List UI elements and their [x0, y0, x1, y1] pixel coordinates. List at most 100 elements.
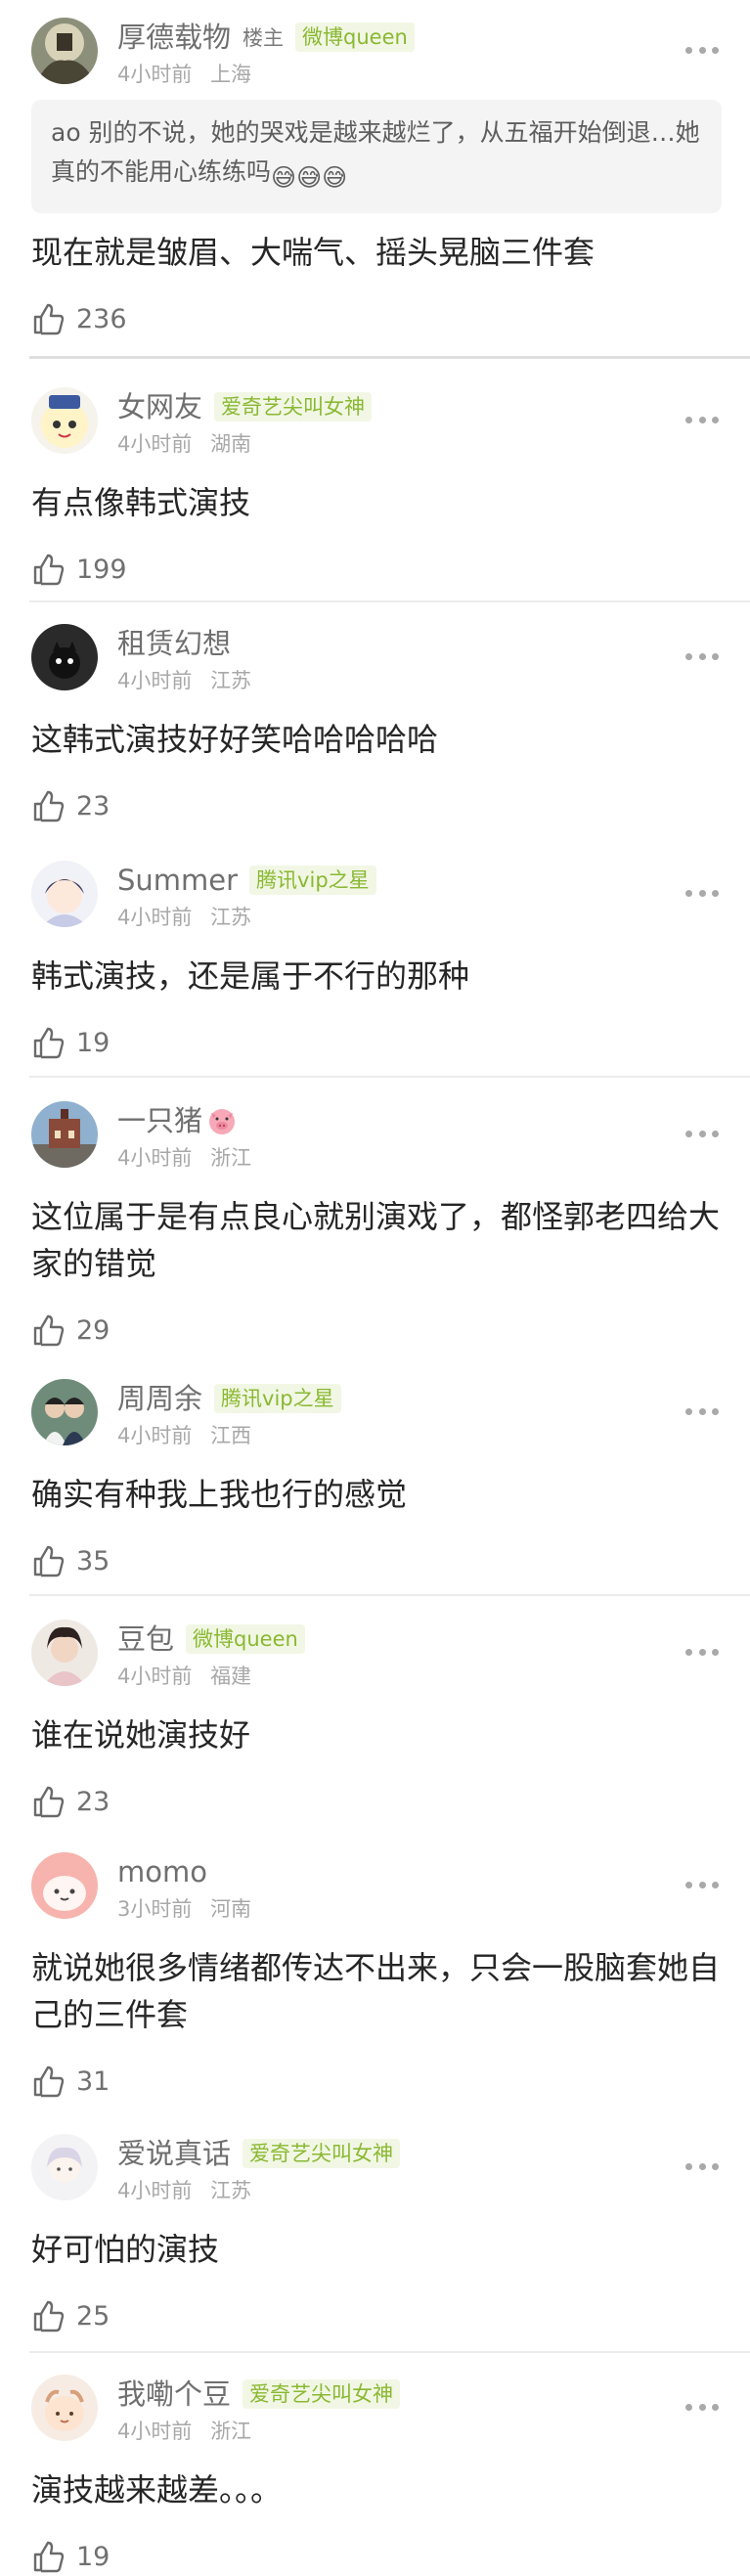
comment-meta: 4小时前 江苏	[117, 2175, 251, 2204]
name-row: 豆包 微博queen	[117, 1621, 305, 1657]
comment-text: 确实有种我上我也行的感觉	[31, 1476, 408, 1513]
like-count: 23	[76, 1786, 110, 1817]
avatar[interactable]	[31, 2134, 98, 2200]
thumbs-up-outline-icon	[31, 2064, 66, 2099]
comment-header: 豆包 微博queen 4小时前 福建	[29, 1620, 721, 1696]
avatar[interactable]	[31, 1379, 98, 1445]
divider	[29, 600, 750, 602]
avatar[interactable]	[31, 861, 98, 927]
comment-time: 4小时前	[117, 669, 193, 692]
thumbs-up-outline-icon	[31, 1025, 66, 1060]
like-button[interactable]: 199	[31, 550, 721, 589]
comment-item: 豆包 微博queen 4小时前 福建 谁在说她演技好 23	[0, 1620, 750, 1821]
username[interactable]: 租赁幻想	[117, 626, 231, 661]
more-dots-icon[interactable]	[685, 1880, 719, 1889]
thumbs-up-outline-icon	[31, 788, 66, 823]
more-dots-icon[interactable]	[685, 1129, 719, 1138]
like-count: 29	[76, 1314, 110, 1346]
thumbs-up-outline-icon	[31, 1312, 66, 1348]
comment-header: 厚德载物 楼主 微博queen 4小时前 上海	[29, 18, 721, 94]
comment-text: 有点像韩式演技	[31, 484, 251, 521]
user-badge: 微博queen	[295, 22, 415, 52]
name-row: 女网友 爱奇艺尖叫女神	[117, 389, 373, 424]
like-button[interactable]: 19	[31, 1023, 721, 1062]
like-button[interactable]: 23	[31, 1782, 721, 1821]
like-button[interactable]: 236	[31, 299, 721, 338]
comment-text: 现在就是皱眉、大喘气、摇头晃脑三件套	[31, 234, 596, 271]
like-button[interactable]: 29	[31, 1310, 721, 1350]
username[interactable]: 爱说真话	[117, 2136, 231, 2171]
like-count: 23	[76, 790, 110, 822]
username[interactable]: Summer	[117, 863, 238, 898]
username[interactable]: 厚德载物	[117, 20, 231, 55]
thumbs-up-outline-icon	[31, 1784, 66, 1819]
comment-text: 就说她很多情绪都传达不出来，只会一股脑套她自己的三件套	[31, 1949, 721, 2033]
user-badge: 腾讯vip之星	[249, 866, 376, 895]
comment-header: Summer 腾讯vip之星 4小时前 江苏	[29, 861, 721, 937]
comment-text: 韩式演技，还是属于不行的那种	[31, 957, 470, 995]
comment-text: 好可怕的演技	[31, 2231, 220, 2268]
like-button[interactable]: 31	[31, 2062, 721, 2101]
like-button[interactable]: 25	[31, 2296, 721, 2335]
quoted-reply[interactable]: ao 别的不说，她的哭戏是越来越烂了，从五福开始倒退…她真的不能用心练练吗😅😅😅	[31, 100, 722, 213]
like-count: 199	[76, 554, 127, 585]
comment-header: 一只猪 4小时前 浙江	[29, 1101, 721, 1177]
more-dots-icon[interactable]	[685, 1406, 719, 1416]
username[interactable]: momo	[117, 1854, 207, 1889]
more-dots-icon[interactable]	[685, 1647, 719, 1657]
more-dots-icon[interactable]	[685, 651, 719, 661]
more-dots-icon[interactable]	[685, 45, 719, 55]
more-dots-icon[interactable]	[685, 2161, 719, 2171]
like-count: 19	[76, 1027, 110, 1058]
comment-time: 4小时前	[117, 1146, 193, 1170]
username[interactable]: 周周余	[117, 1381, 202, 1416]
pinned-comment: 厚德载物 楼主 微博queen 4小时前 上海 ao 别的不说，她的哭戏是越来越…	[0, 18, 750, 338]
avatar[interactable]	[31, 18, 98, 84]
like-count: 31	[76, 2065, 110, 2097]
avatar[interactable]	[31, 2375, 98, 2441]
comment-item: 女网友 爱奇艺尖叫女神 4小时前 湖南 有点像韩式演技 199	[0, 387, 750, 589]
comment-location: 江苏	[210, 2179, 252, 2202]
more-dots-icon[interactable]	[685, 415, 719, 424]
username[interactable]: 女网友	[117, 389, 202, 424]
like-button[interactable]: 23	[31, 786, 721, 825]
comment-text: 演技越来越差。。。	[31, 2471, 283, 2509]
name-row: 爱说真话 爱奇艺尖叫女神	[117, 2136, 401, 2171]
more-dots-icon[interactable]	[685, 2402, 719, 2412]
username[interactable]: 豆包	[117, 1621, 174, 1657]
name-row: 周周余 腾讯vip之星	[117, 1381, 341, 1416]
avatar[interactable]	[31, 1101, 98, 1168]
username[interactable]: 我嘞个豆	[117, 2376, 231, 2412]
sweat-smile-emoji-icon: 😅😅😅	[271, 163, 348, 192]
avatar[interactable]	[31, 1620, 98, 1686]
avatar[interactable]	[31, 624, 98, 690]
user-badge: 爱奇艺尖叫女神	[243, 2379, 401, 2409]
op-tag: 楼主	[243, 26, 285, 50]
avatar[interactable]	[31, 387, 98, 454]
comment-header: 女网友 爱奇艺尖叫女神 4小时前 湖南	[29, 387, 721, 464]
like-button[interactable]: 19	[31, 2537, 721, 2576]
user-badge: 爱奇艺尖叫女神	[214, 392, 373, 422]
like-button[interactable]: 35	[31, 1541, 721, 1580]
comment-location: 河南	[210, 1897, 252, 1921]
user-badge: 微博queen	[186, 1624, 305, 1654]
comment-time: 4小时前	[117, 2420, 193, 2443]
comment-thread: 厚德载物 楼主 微博queen 4小时前 上海 ao 别的不说，她的哭戏是越来越…	[0, 0, 750, 2573]
avatar[interactable]	[31, 1852, 98, 1919]
name-row: Summer 腾讯vip之星	[117, 863, 376, 898]
pig-face-emoji-icon	[206, 1105, 238, 1136]
comment-header: 我嘞个豆 爱奇艺尖叫女神 4小时前 浙江	[29, 2375, 721, 2451]
comment-location: 湖南	[210, 432, 252, 456]
comment-item: 周周余 腾讯vip之星 4小时前 江西 确实有种我上我也行的感觉 35	[0, 1379, 750, 1580]
name-row: 厚德载物 楼主 微博queen	[117, 20, 415, 55]
comment-location: 江苏	[210, 906, 252, 929]
user-badge: 腾讯vip之星	[214, 1384, 341, 1413]
name-row: 一只猪	[117, 1103, 238, 1138]
comment-text: 这韩式演技好好笑哈哈哈哈哈	[31, 721, 439, 758]
more-dots-icon[interactable]	[685, 888, 719, 898]
name-row: 租赁幻想	[117, 626, 231, 661]
username[interactable]: 一只猪	[117, 1103, 202, 1138]
thumbs-up-outline-icon	[31, 2539, 66, 2574]
comment-location: 上海	[210, 63, 252, 86]
comment-item: 一只猪 4小时前 浙江 这位属于是有点良心就别演戏了，都怪郭老四给大家的错觉 2…	[0, 1101, 750, 1350]
